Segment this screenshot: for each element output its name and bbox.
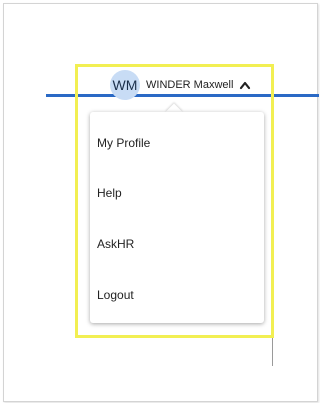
- annotation-highlight-box: [75, 64, 274, 338]
